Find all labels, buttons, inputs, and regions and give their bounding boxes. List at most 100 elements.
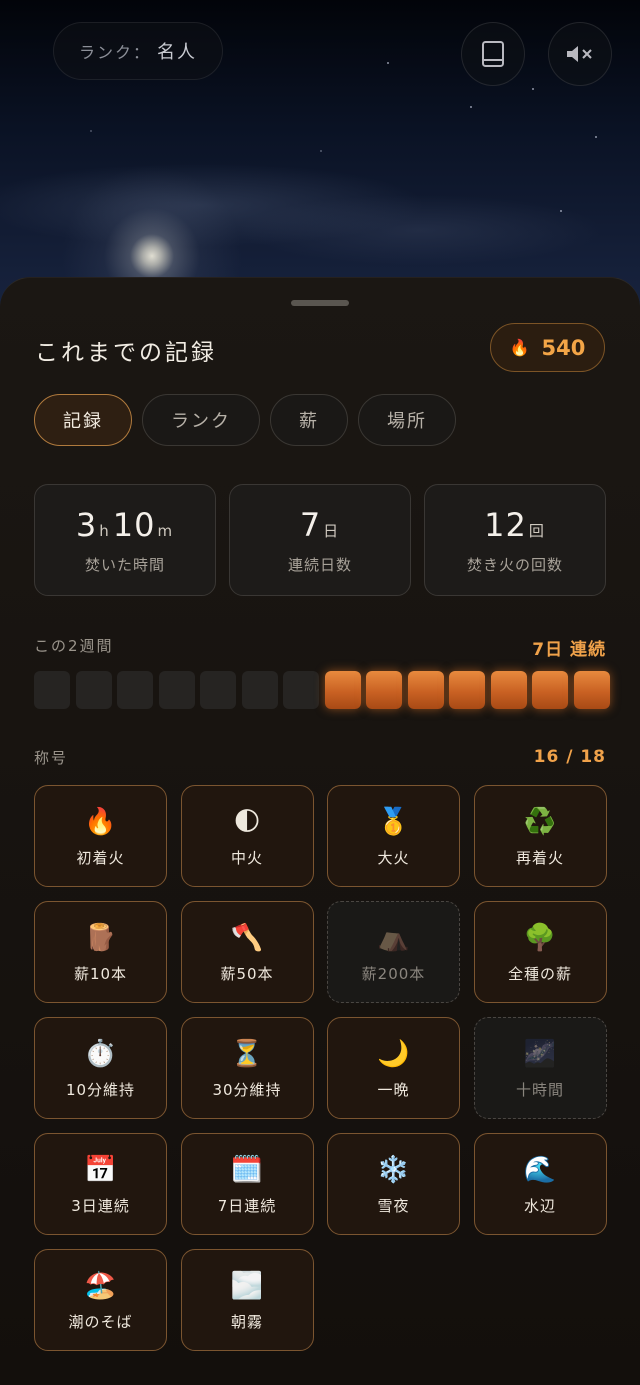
title-badge-name: 全種の薪 [507, 964, 572, 983]
milky-way-icon: 🌌 [523, 1038, 557, 1069]
streak-day-empty [241, 671, 278, 709]
title-badge[interactable]: 🌫️ 朝霧 [180, 1249, 314, 1351]
two-weeks-tracker [34, 671, 610, 709]
fog-icon: 🌫️ [230, 1270, 264, 1301]
title-badge-name: 一晩 [377, 1080, 410, 1099]
stat-unit: h [99, 521, 109, 540]
title-badge[interactable]: 🏖️ 潮のそば [34, 1249, 167, 1351]
stats-row: 3 h 10 m 焚いた時間 7 日 連続日数 12 回 焚き火の回数 [34, 484, 606, 596]
book-button[interactable] [461, 22, 525, 86]
title-badge-name: 初着火 [76, 848, 125, 867]
title-badge-name: 薪200本 [361, 964, 426, 983]
stat-value: 7 日 [300, 506, 340, 544]
stat-label: 連続日数 [287, 555, 352, 574]
tree-icon: 🌳 [523, 922, 557, 953]
streak-label: 7日 連続 [532, 640, 606, 660]
title-badge-locked[interactable]: ⛺ 薪200本 [327, 901, 460, 1003]
mute-button[interactable] [548, 22, 612, 86]
title-badge-locked[interactable]: 🌌 十時間 [473, 1017, 607, 1119]
title-badge[interactable]: 🌙 一晩 [327, 1017, 460, 1119]
streak-day-active [573, 671, 610, 709]
wood-log-icon: 🪵 [84, 922, 117, 953]
wood-count: 540 [541, 335, 586, 360]
snowflake-icon: ❄️ [377, 1154, 410, 1185]
rank-pill[interactable]: ランク： 名人 [53, 22, 223, 80]
title-badge[interactable]: ♻️ 再着火 [473, 785, 607, 887]
beach-icon: 🏖️ [84, 1270, 117, 1301]
tab-places[interactable]: 場所 [358, 394, 456, 446]
streak-day-active [366, 671, 402, 709]
crescent-moon-icon: 🌙 [377, 1038, 410, 1069]
title-badge-name: 30分維持 [212, 1080, 282, 1099]
title-badge[interactable]: 🗓️ 7日連続 [180, 1133, 314, 1235]
streak-day-empty [158, 671, 195, 709]
title-badge-name: 中火 [230, 848, 263, 867]
title-badge-name: 7日連続 [217, 1196, 277, 1215]
title-badge-name: 薪50本 [220, 964, 274, 983]
streak-day-empty [283, 671, 319, 709]
book-icon [482, 41, 504, 67]
sheet-title: これまでの記録 [35, 340, 217, 366]
streak-day-active [449, 671, 485, 709]
two-weeks-label: この2週間 [34, 637, 114, 655]
calendar-icon: 📅 [84, 1154, 117, 1185]
title-badge[interactable]: 🔥 初着火 [34, 785, 167, 887]
stat-label: 焚いた時間 [84, 555, 165, 574]
streak-day-empty [200, 671, 236, 709]
title-badge[interactable]: 📅 3日連続 [34, 1133, 167, 1235]
streak-day-active [324, 671, 361, 709]
tent-icon: ⛺ [377, 922, 410, 953]
two-weeks-header: この2週間 7日 連続 [34, 635, 606, 660]
stat-burn-time: 3 h 10 m 焚いた時間 [34, 484, 216, 596]
title-badge-name: 十時間 [515, 1080, 564, 1099]
stat-unit: m [157, 521, 173, 540]
streak-day-active [532, 671, 568, 709]
axe-icon: 🪓 [230, 922, 264, 953]
fire-icon: 🔥 [84, 806, 117, 837]
stopwatch-icon: ⏱️ [84, 1038, 117, 1069]
wood-count-badge[interactable]: 🔥 540 [490, 323, 605, 372]
speaker-mute-icon [567, 46, 592, 62]
title-badge[interactable]: 🌳 全種の薪 [473, 901, 607, 1003]
title-badge-name: 水辺 [523, 1196, 556, 1215]
stat-fire-count: 12 回 焚き火の回数 [424, 484, 606, 596]
hourglass-icon: ⏳ [230, 1038, 264, 1069]
tab-firewood[interactable]: 薪 [270, 394, 348, 446]
rank-label: ランク： [78, 43, 151, 62]
titles-grid: 🔥 初着火 🌓 中火 🥇 大火 ♻️ 再着火 🪵 薪10本 🪓 薪50本 ⛺ 薪200本 🌳 全種の薪 ⏱️ 10… [34, 785, 607, 1351]
streak-day-empty [34, 671, 70, 709]
title-badge[interactable]: 🪓 薪50本 [180, 901, 314, 1003]
title-badge[interactable]: 🥇 大火 [327, 785, 460, 887]
title-badge-name: 3日連続 [71, 1196, 130, 1215]
title-badge-name: 大火 [377, 848, 410, 867]
sheet-drag-handle[interactable] [291, 300, 349, 306]
gold-medal-icon: 🥇 [377, 806, 410, 837]
stat-value: 12 回 [484, 506, 546, 544]
title-badge[interactable]: ⏳ 30分維持 [180, 1017, 314, 1119]
title-badge[interactable]: 🌓 中火 [180, 785, 314, 887]
stat-unit: 日 [323, 521, 339, 540]
fire-icon: 🔥 [509, 338, 530, 357]
records-sheet: これまでの記録 🔥 540 記録 ランク 薪 場所 3 h 10 m 焚いた時間… [0, 277, 640, 1385]
title-badge[interactable]: ❄️ 雪夜 [327, 1133, 460, 1235]
title-badge-name: 薪10本 [73, 964, 128, 983]
stat-minutes: 10 [112, 505, 156, 544]
title-badge[interactable]: 🌊 水辺 [473, 1133, 607, 1235]
title-badge[interactable]: 🪵 薪10本 [34, 901, 167, 1003]
tab-rank[interactable]: ランク [142, 394, 260, 446]
streak-day-active [490, 671, 527, 709]
streak-day-empty [117, 671, 153, 709]
tab-records[interactable]: 記録 [34, 394, 132, 446]
title-badge[interactable]: ⏱️ 10分維持 [34, 1017, 167, 1119]
rank-value: 名人 [157, 42, 197, 63]
title-badge-name: 潮のそば [68, 1312, 133, 1331]
wave-icon: 🌊 [523, 1154, 557, 1185]
title-badge-name: 10分維持 [65, 1080, 136, 1099]
stat-number: 12 [484, 505, 527, 544]
stat-number: 7 [299, 505, 322, 544]
stat-unit: 回 [528, 521, 544, 540]
title-badge-name: 再着火 [515, 848, 564, 867]
titles-count: 16 / 18 [533, 747, 606, 767]
streak-day-empty [75, 671, 112, 709]
half-moon-icon: 🌓 [233, 806, 261, 837]
